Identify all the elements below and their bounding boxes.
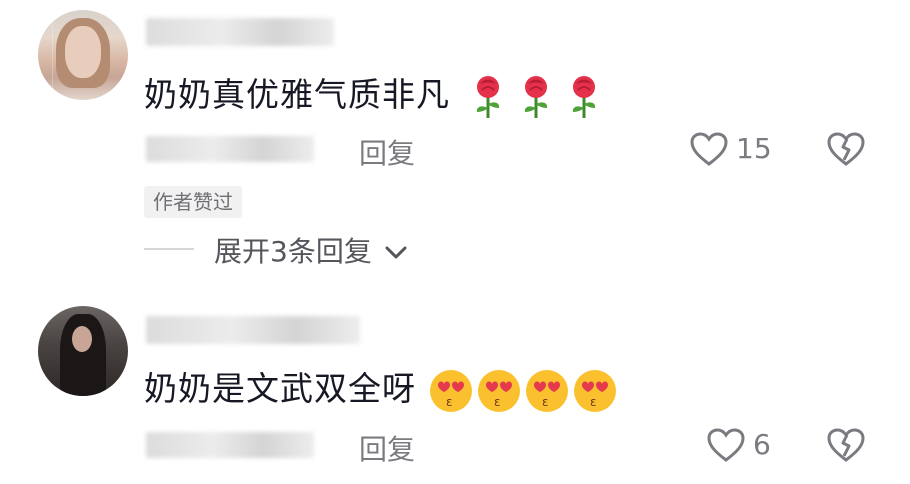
heart-eyes-emoji: ε: [525, 369, 568, 412]
comment-text: 奶奶真优雅气质非凡: [144, 68, 604, 120]
svg-text:ε: ε: [446, 395, 454, 409]
comment-text: 奶奶是文武双全呀 ε ε ε ε: [144, 362, 618, 414]
comment-body: 奶奶是文武双全呀: [144, 369, 416, 408]
rose-emoji: [476, 75, 499, 118]
rose-emoji: [524, 75, 547, 118]
svg-text:ε: ε: [590, 395, 598, 409]
rose-emoji-group: [456, 75, 604, 118]
rose-emoji: [572, 75, 595, 118]
timestamp-blurred: [146, 432, 314, 458]
heart-eyes-emoji: ε: [429, 369, 472, 412]
reply-button[interactable]: 回复: [359, 132, 415, 172]
timestamp-blurred: [146, 136, 314, 162]
avatar-face: [65, 26, 101, 78]
chevron-down-icon: [385, 246, 407, 259]
svg-text:ε: ε: [494, 395, 502, 409]
avatar[interactable]: [38, 306, 128, 396]
author-liked-badge: 作者赞过: [144, 186, 242, 218]
svg-text:ε: ε: [542, 395, 550, 409]
dislike-icon[interactable]: [826, 427, 866, 463]
avatar-face: [72, 326, 92, 352]
heart-eyes-emoji: ε: [573, 369, 616, 412]
expand-replies-label: 展开3条回复: [214, 235, 372, 268]
avatar[interactable]: [38, 10, 128, 100]
heart-eyes-emoji: ε: [477, 369, 520, 412]
like-count: 6: [753, 428, 771, 461]
expand-replies-button[interactable]: 展开3条回复: [214, 230, 407, 270]
heart-icon[interactable]: [689, 131, 729, 167]
heart-eyes-emoji-group: εεεε: [416, 369, 618, 412]
username-blurred[interactable]: [146, 316, 360, 344]
heart-icon[interactable]: [706, 427, 746, 463]
comment-body: 奶奶真优雅气质非凡: [144, 75, 450, 114]
dislike-icon[interactable]: [826, 131, 866, 167]
username-blurred[interactable]: [146, 18, 334, 46]
divider-dash: [144, 248, 194, 250]
reply-button[interactable]: 回复: [359, 428, 415, 468]
like-count: 15: [736, 132, 772, 165]
